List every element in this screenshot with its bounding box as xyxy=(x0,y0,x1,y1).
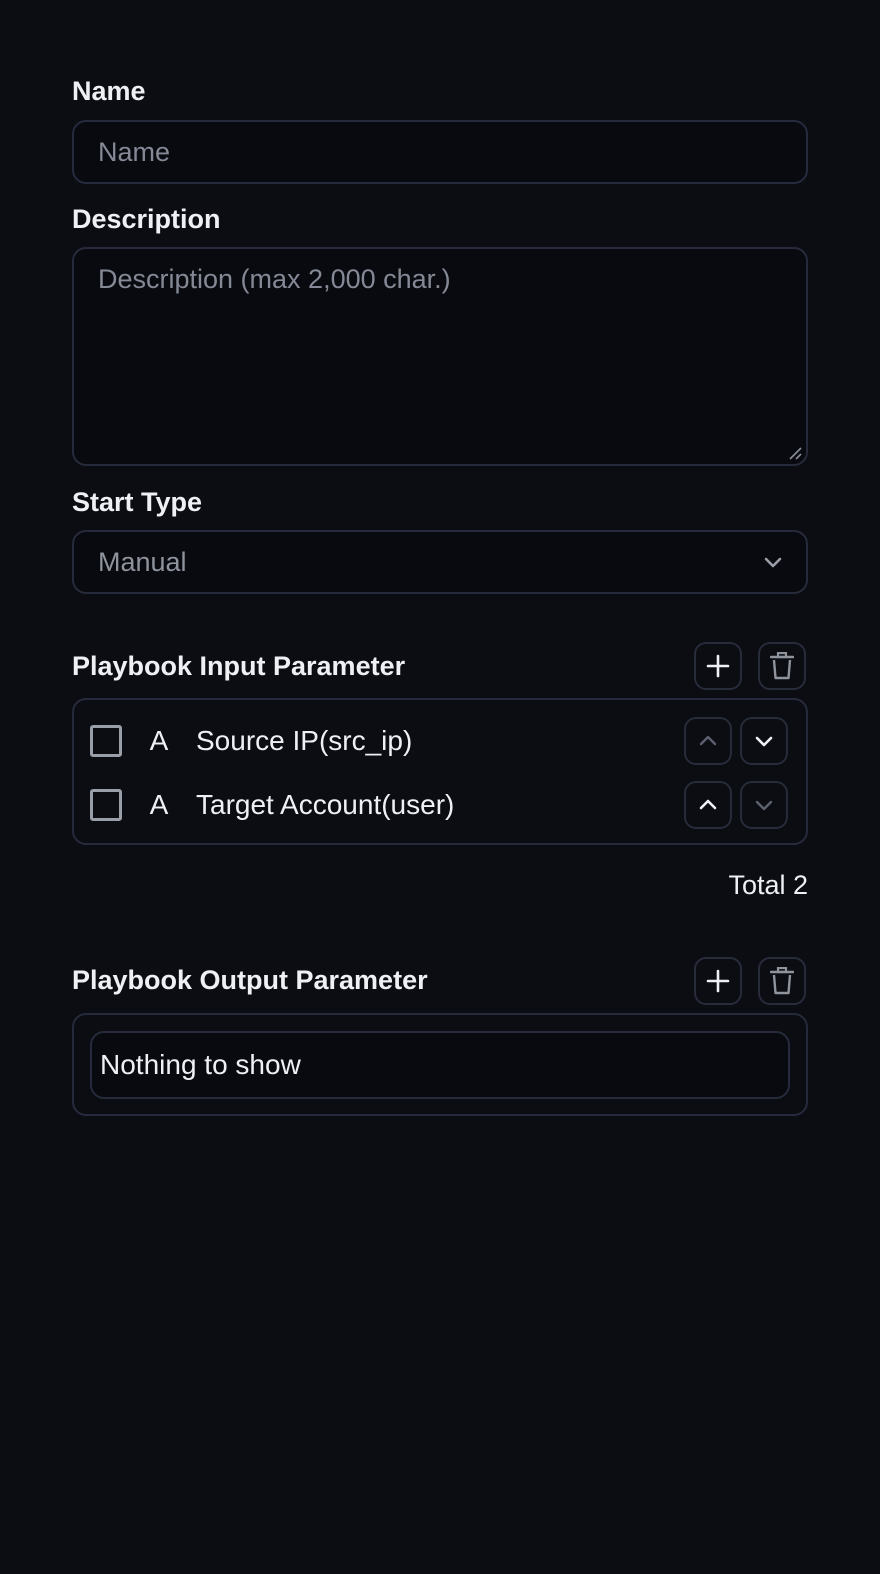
plus-icon xyxy=(706,969,730,993)
list-item: A Source IP(src_ip) xyxy=(90,717,790,765)
description-textarea[interactable] xyxy=(72,247,808,466)
start-type-value: Manual xyxy=(98,546,187,577)
name-input[interactable] xyxy=(72,120,808,184)
start-type-label: Start Type xyxy=(72,487,203,517)
row-checkbox[interactable] xyxy=(90,725,122,757)
param-label: Source IP(src_ip) xyxy=(196,725,413,756)
param-label: Target Account(user) xyxy=(196,789,455,820)
delete-input-param-button[interactable] xyxy=(758,642,806,690)
chevron-up-icon xyxy=(699,735,717,746)
type-badge: A xyxy=(149,789,169,820)
description-label: Description xyxy=(72,204,221,234)
input-params-list: A Source IP(src_ip) A Target Account(use… xyxy=(72,698,808,845)
chevron-up-icon xyxy=(699,799,717,810)
list-item: A Target Account(user) xyxy=(90,781,790,829)
row-checkbox[interactable] xyxy=(90,789,122,821)
move-up-button[interactable] xyxy=(684,717,732,765)
resize-grip-icon[interactable] xyxy=(788,446,802,460)
start-type-select[interactable]: Manual xyxy=(72,530,808,594)
output-params-list: Nothing to show xyxy=(72,1013,808,1116)
chevron-down-icon xyxy=(755,800,773,811)
chevron-down-icon xyxy=(755,736,773,747)
trash-icon xyxy=(770,967,794,995)
chevron-down-icon xyxy=(764,557,782,568)
trash-icon xyxy=(770,652,794,680)
plus-icon xyxy=(706,654,730,678)
delete-output-param-button[interactable] xyxy=(758,957,806,1005)
empty-state: Nothing to show xyxy=(90,1031,790,1099)
add-output-param-button[interactable] xyxy=(694,957,742,1005)
total-count: Total 2 xyxy=(728,870,808,900)
move-up-button[interactable] xyxy=(684,781,732,829)
output-params-title: Playbook Output Parameter xyxy=(72,965,428,995)
description-wrapper xyxy=(72,247,808,466)
add-input-param-button[interactable] xyxy=(694,642,742,690)
type-badge: A xyxy=(149,725,169,756)
name-label: Name xyxy=(72,76,146,106)
move-down-button[interactable] xyxy=(740,717,788,765)
move-down-button[interactable] xyxy=(740,781,788,829)
input-params-title: Playbook Input Parameter xyxy=(72,651,406,681)
